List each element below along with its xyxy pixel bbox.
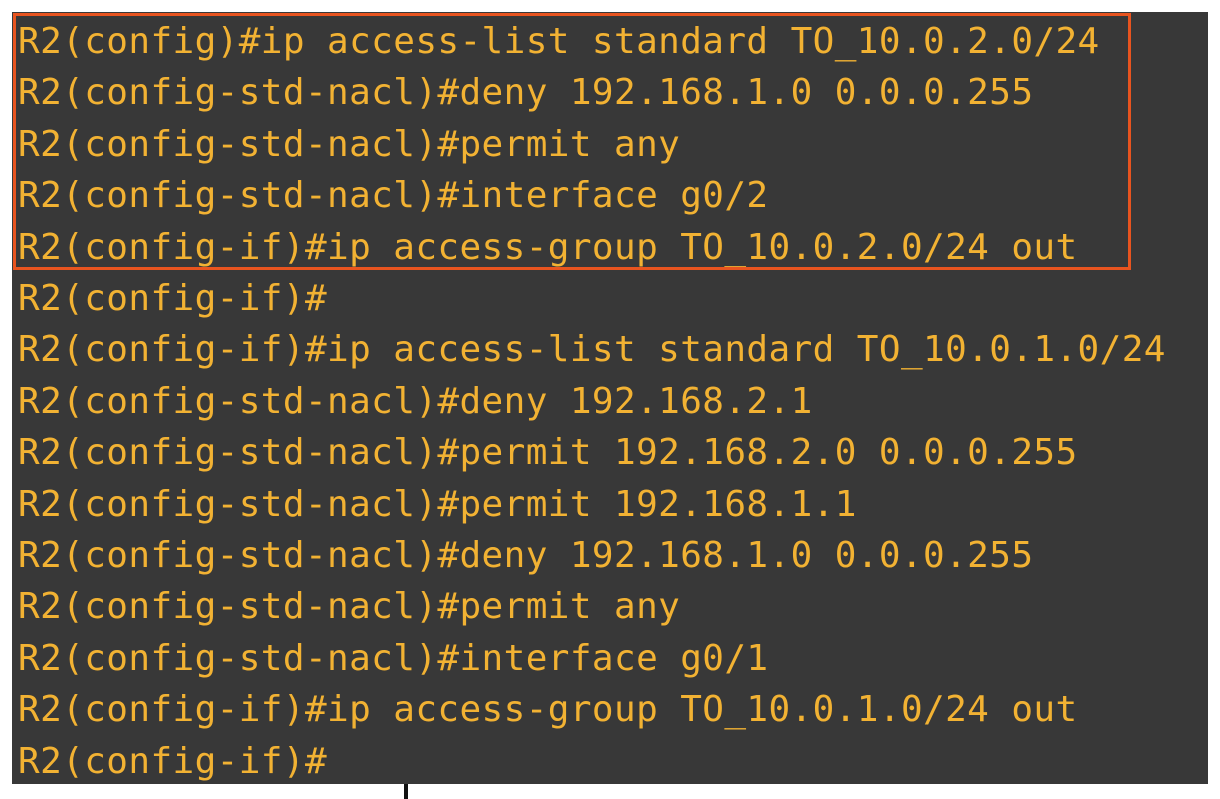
terminal-window[interactable]: R2(config)#ip access-list standard TO_10… <box>12 12 1208 784</box>
mouse-cursor <box>404 784 408 799</box>
terminal-line: R2(config-std-nacl)#deny 192.168.1.0 0.0… <box>18 72 1034 114</box>
terminal-line: R2(config-std-nacl)#permit any <box>18 586 681 628</box>
terminal-line: R2(config-std-nacl)#interface g0/1 <box>18 637 769 679</box>
terminal-line: R2(config-if)# <box>18 278 328 319</box>
terminal-line: R2(config-std-nacl)#interface g0/2 <box>18 175 769 217</box>
terminal-line: R2(config-if)#ip access-group TO_10.0.1.… <box>18 689 1078 731</box>
terminal-line: R2(config-std-nacl)#permit 192.168.1.1 <box>18 483 857 525</box>
terminal-line: R2(config-if)#ip access-group TO_10.0.2.… <box>18 226 1078 268</box>
terminal-line: R2(config-std-nacl)#permit any <box>18 123 681 165</box>
terminal-line: R2(config-if)#ip access-list standard TO… <box>18 329 1166 371</box>
terminal-line: R2(config)#ip access-list standard TO_10… <box>18 21 1100 62</box>
terminal-line: R2(config-std-nacl)#permit 192.168.2.0 0… <box>18 432 1078 474</box>
terminal-line: R2(config-std-nacl)#deny 192.168.1.0 0.0… <box>18 535 1034 576</box>
terminal-line: R2(config-std-nacl)#deny 192.168.2.1 <box>18 380 813 422</box>
terminal-line: R2(config-if)# <box>18 740 328 782</box>
